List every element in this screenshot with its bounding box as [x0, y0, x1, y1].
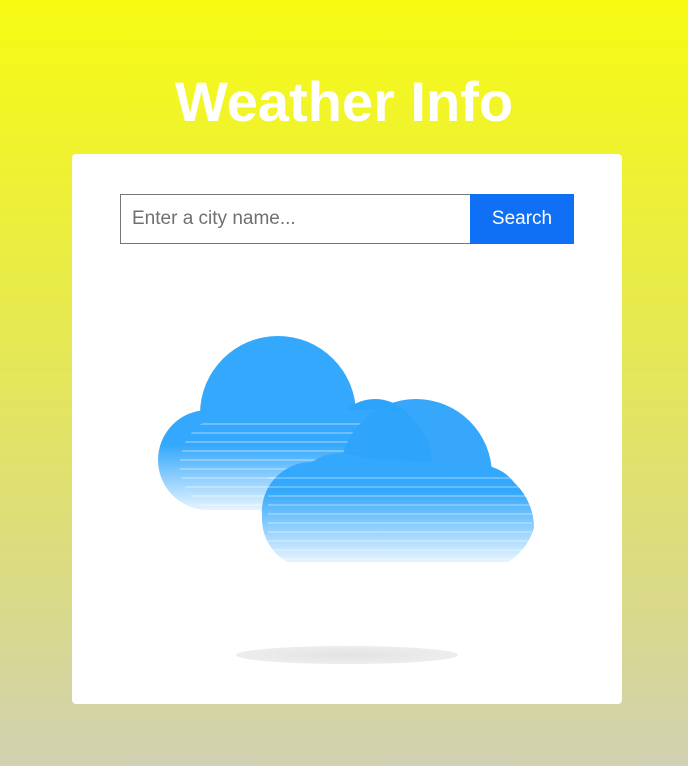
city-search-input[interactable]: [120, 194, 470, 244]
page-title: Weather Info: [174, 70, 514, 133]
cloudy-icon: [158, 336, 534, 664]
cloud-shadow: [236, 646, 458, 664]
search-button[interactable]: Search: [470, 194, 574, 244]
weather-card: Search: [72, 154, 622, 704]
